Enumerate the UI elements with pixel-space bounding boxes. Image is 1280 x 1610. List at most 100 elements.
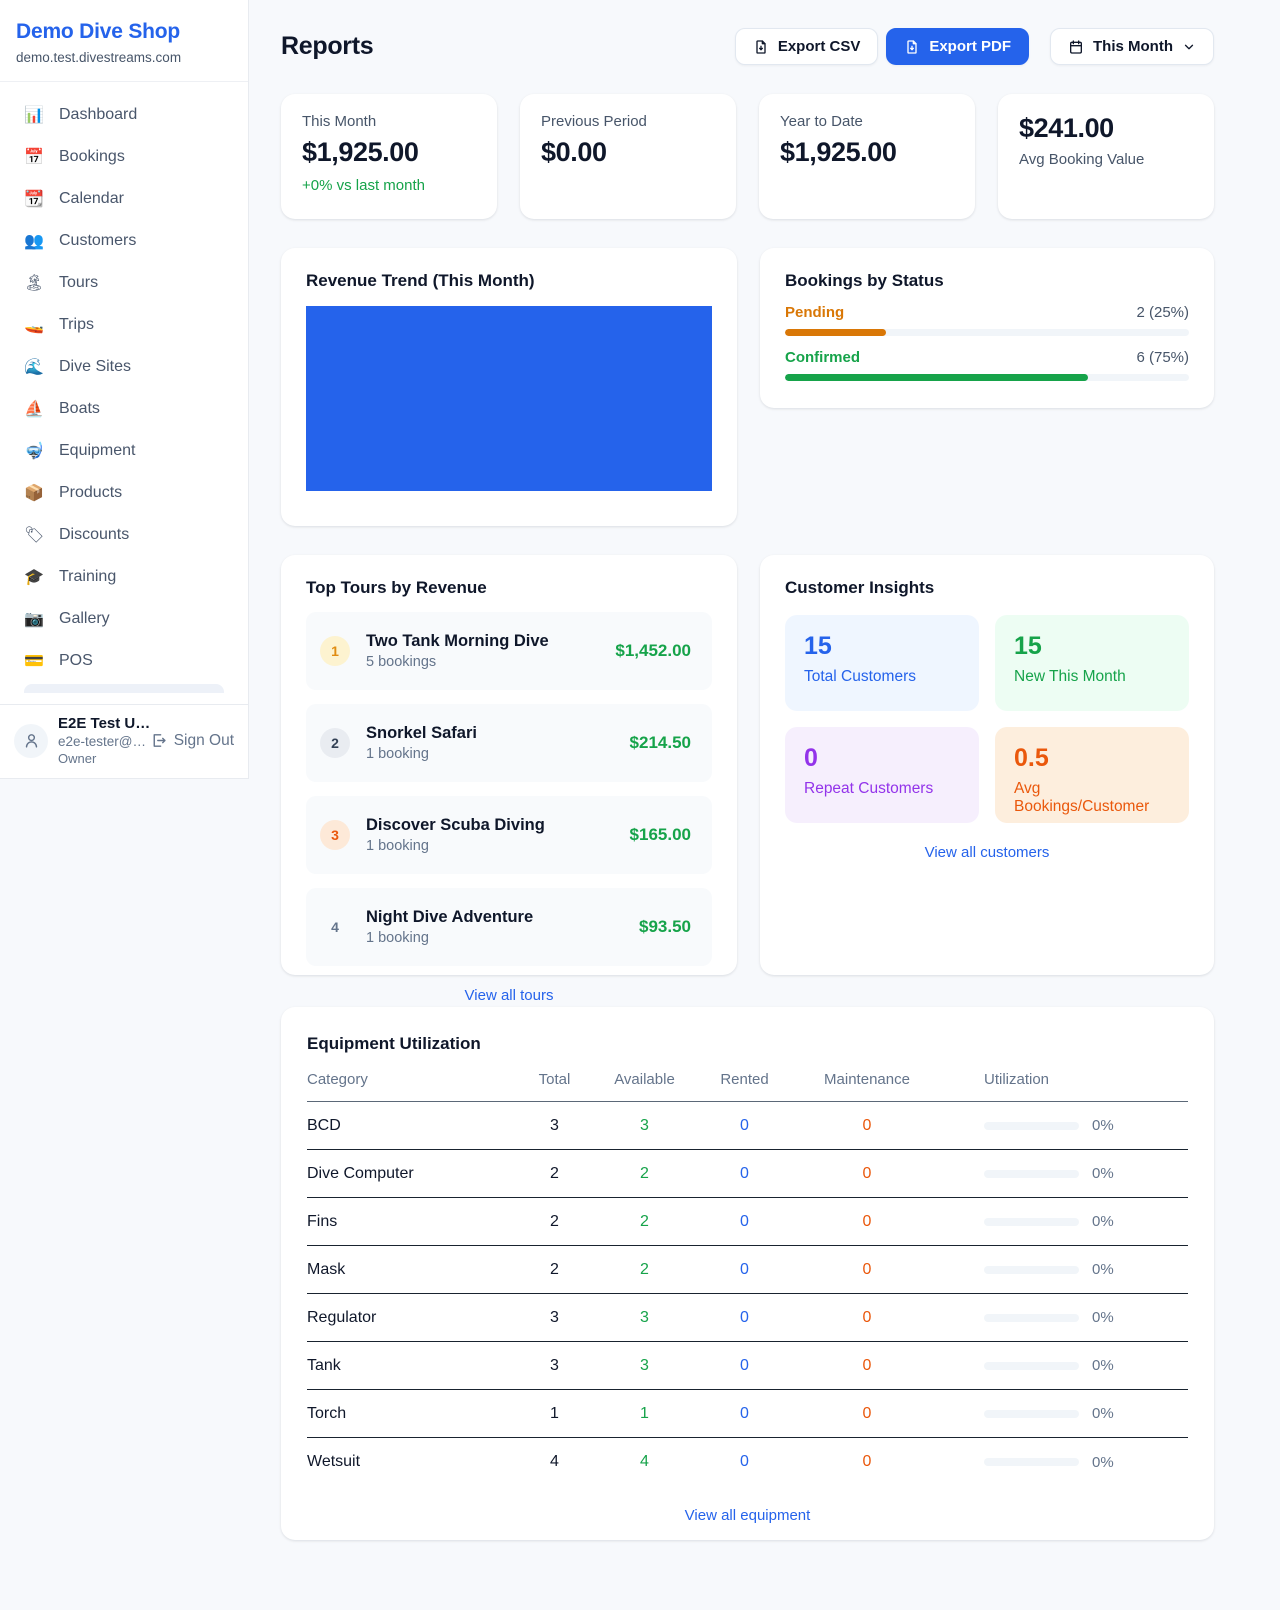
col-rented: Rented (692, 1071, 797, 1088)
charts-row: Revenue Trend (This Month) Bookings by S… (281, 248, 1214, 526)
person-icon (23, 732, 40, 749)
utilization-bar-track (984, 1458, 1079, 1466)
header-actions: Export CSV Export PDF This Month (735, 28, 1214, 65)
sidebar-item-calendar[interactable]: 📆 Calendar (12, 180, 236, 218)
customer-insights-title: Customer Insights (785, 578, 1189, 598)
cell-rented: 0 (692, 1261, 797, 1279)
user-info: E2E Test U… e2e-tester@… Owner (58, 715, 140, 766)
cell-available: 1 (597, 1405, 692, 1423)
tour-revenue: $93.50 (639, 917, 691, 937)
cell-total: 4 (512, 1453, 597, 1471)
cell-rented: 0 (692, 1165, 797, 1183)
view-all-customers-link[interactable]: View all customers (785, 844, 1189, 861)
utilization-bar-track (984, 1266, 1079, 1274)
wave-icon: 🌊 (24, 357, 44, 377)
sidebar-item-customers[interactable]: 👥 Customers (12, 222, 236, 260)
view-all-tours-link[interactable]: View all tours (306, 987, 712, 1004)
tile-value: 15 (1014, 632, 1170, 661)
tour-row: 1 Two Tank Morning Dive 5 bookings $1,45… (306, 612, 712, 690)
utilization-percent: 0% (1092, 1357, 1114, 1374)
user-section: E2E Test U… e2e-tester@… Owner Sign Out (0, 704, 248, 778)
sidebar: Demo Dive Shop demo.test.divestreams.com… (0, 0, 249, 779)
col-category: Category (307, 1071, 512, 1088)
calendar-17-icon: 📅 (24, 147, 44, 167)
cell-utilization: 0% (937, 1165, 1188, 1182)
utilization-bar-track (984, 1314, 1079, 1322)
sidebar-item-boats[interactable]: ⛵ Boats (12, 390, 236, 428)
sidebar-item-gallery[interactable]: 📷 Gallery (12, 600, 236, 638)
stat-value: $1,925.00 (780, 137, 954, 168)
utilization-bar-track (984, 1170, 1079, 1178)
table-row: Mask 2 2 0 0 0% (307, 1246, 1188, 1294)
period-select[interactable]: This Month (1050, 28, 1214, 65)
utilization-percent: 0% (1092, 1261, 1114, 1278)
cell-rented: 0 (692, 1213, 797, 1231)
table-row: Wetsuit 4 4 0 0 0% (307, 1438, 1188, 1486)
status-row-confirmed: Confirmed 6 (75%) (785, 349, 1189, 381)
cell-total: 3 (512, 1309, 597, 1327)
tour-row: 2 Snorkel Safari 1 booking $214.50 (306, 704, 712, 782)
cell-rented: 0 (692, 1117, 797, 1135)
stat-label: Avg Booking Value (1019, 151, 1193, 168)
cell-total: 3 (512, 1357, 597, 1375)
sidebar-item-discounts[interactable]: 🏷 Discounts (12, 516, 236, 554)
sidebar-item-dive-sites[interactable]: 🌊 Dive Sites (12, 348, 236, 386)
tile-label: Avg Bookings/Customer (1014, 780, 1170, 816)
sidebar-item-products[interactable]: 📦 Products (12, 474, 236, 512)
col-utilization: Utilization (937, 1071, 1188, 1088)
utilization-bar-track (984, 1122, 1079, 1130)
sidebar-item-tours[interactable]: 🏝 Tours (12, 264, 236, 302)
user-role: Owner (58, 751, 140, 766)
tour-revenue: $214.50 (630, 733, 691, 753)
sidebar-item-training[interactable]: 🎓 Training (12, 558, 236, 596)
grad-cap-icon: 🎓 (24, 567, 44, 587)
stat-cards: This Month $1,925.00 +0% vs last month P… (281, 94, 1214, 219)
export-pdf-label: Export PDF (929, 38, 1011, 55)
sidebar-item-label: Equipment (59, 442, 136, 460)
cell-category: Wetsuit (307, 1453, 512, 1471)
file-icon (753, 39, 769, 55)
sign-out-button[interactable]: Sign Out (150, 732, 234, 750)
sidebar-item-bookings[interactable]: 📅 Bookings (12, 138, 236, 176)
camera-icon: 📷 (24, 609, 44, 629)
package-icon: 📦 (24, 483, 44, 503)
tour-name: Night Dive Adventure (366, 908, 533, 927)
table-row: Torch 1 1 0 0 0% (307, 1390, 1188, 1438)
export-csv-label: Export CSV (778, 38, 861, 55)
stat-delta: +0% vs last month (302, 177, 476, 194)
sidebar-item-label: Training (59, 568, 116, 586)
tile-repeat-customers: 0 Repeat Customers (785, 727, 979, 823)
export-pdf-button[interactable]: Export PDF (886, 28, 1029, 65)
export-csv-button[interactable]: Export CSV (735, 28, 879, 65)
island-icon: 🏝 (24, 273, 44, 293)
cell-available: 2 (597, 1213, 692, 1231)
sidebar-item-dashboard[interactable]: 📊 Dashboard (12, 96, 236, 134)
sidebar-item-label: Boats (59, 400, 100, 418)
tile-new-this-month: 15 New This Month (995, 615, 1189, 711)
sidebar-item-pos[interactable]: 💳 POS (12, 642, 236, 680)
cell-utilization: 0% (937, 1261, 1188, 1278)
table-row: Dive Computer 2 2 0 0 0% (307, 1150, 1188, 1198)
sidebar-item-trips[interactable]: 🚤 Trips (12, 306, 236, 344)
table-row: BCD 3 3 0 0 0% (307, 1102, 1188, 1150)
sailboat-icon: ⛵ (24, 399, 44, 419)
sidebar-item-label: Gallery (59, 610, 110, 628)
sidebar-item-equipment[interactable]: 🤿 Equipment (12, 432, 236, 470)
cell-total: 1 (512, 1405, 597, 1423)
view-all-equipment-link[interactable]: View all equipment (307, 1507, 1188, 1524)
tag-icon: 🏷 (24, 525, 44, 545)
stat-card-this-month: This Month $1,925.00 +0% vs last month (281, 94, 497, 219)
sidebar-nav: 📊 Dashboard 📅 Bookings 📆 Calendar 👥 Cust… (0, 82, 248, 693)
equipment-utilization-card: Equipment Utilization Category Total Ava… (281, 1007, 1214, 1540)
cell-rented: 0 (692, 1357, 797, 1375)
utilization-bar-track (984, 1218, 1079, 1226)
sidebar-item-label: Tours (59, 274, 98, 292)
tour-name: Two Tank Morning Dive (366, 632, 549, 651)
tour-row: 3 Discover Scuba Diving 1 booking $165.0… (306, 796, 712, 874)
table-row: Tank 3 3 0 0 0% (307, 1342, 1188, 1390)
equipment-table-header: Category Total Available Rented Maintena… (307, 1071, 1188, 1102)
sidebar-active-item-partial[interactable] (24, 684, 224, 693)
insights-row: Top Tours by Revenue 1 Two Tank Morning … (281, 555, 1214, 975)
col-maintenance: Maintenance (797, 1071, 937, 1088)
cell-category: Fins (307, 1213, 512, 1231)
